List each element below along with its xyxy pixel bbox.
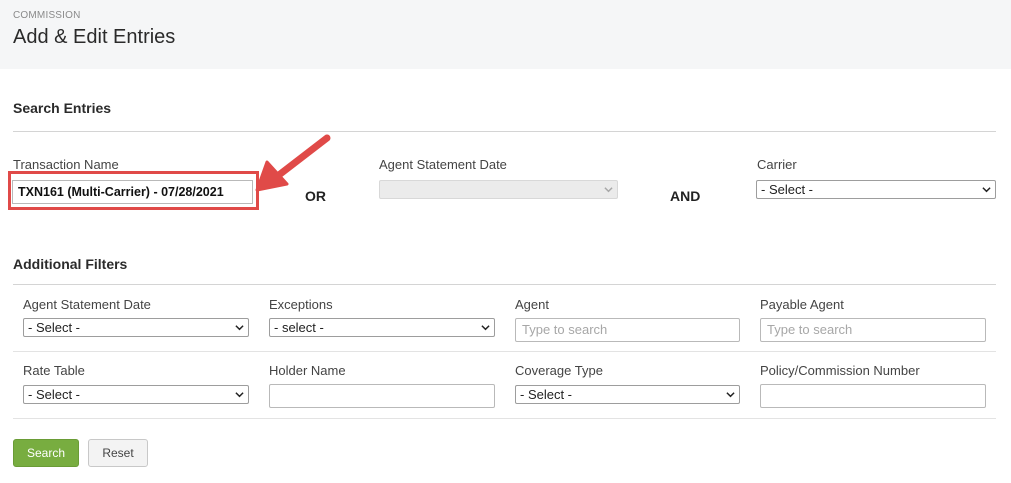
section-divider <box>13 284 996 285</box>
rate-table-label: Rate Table <box>23 363 85 378</box>
page-header: COMMISSION Add & Edit Entries <box>0 0 1011 69</box>
coverage-type-label: Coverage Type <box>515 363 603 378</box>
exceptions-select[interactable]: - select - <box>269 318 495 337</box>
chevron-down-icon <box>235 325 244 331</box>
exceptions-label: Exceptions <box>269 297 333 312</box>
filter-agent-statement-date-label: Agent Statement Date <box>23 297 151 312</box>
row-divider <box>13 418 996 419</box>
page-title: Add & Edit Entries <box>13 26 176 48</box>
transaction-name-label: Transaction Name <box>13 157 119 172</box>
section-divider <box>13 131 996 132</box>
payable-agent-label: Payable Agent <box>760 297 844 312</box>
additional-filters-title: Additional Filters <box>13 256 128 272</box>
policy-commission-number-input[interactable] <box>760 384 986 408</box>
chevron-down-icon <box>982 187 991 193</box>
carrier-value: - Select - <box>761 182 814 197</box>
filter-agent-statement-date-select[interactable]: - Select - <box>23 318 249 337</box>
rate-table-select[interactable]: - Select - <box>23 385 249 404</box>
agent-search-input[interactable]: Type to search <box>515 318 740 342</box>
carrier-label: Carrier <box>757 157 797 172</box>
filter-agent-statement-date-value: - Select - <box>28 320 81 335</box>
transaction-name-input[interactable]: TXN161 (Multi-Carrier) - 07/28/2021 <box>12 180 253 204</box>
reset-button[interactable]: Reset <box>88 439 148 467</box>
agent-statement-date-label: Agent Statement Date <box>379 157 507 172</box>
holder-name-input[interactable] <box>269 384 495 408</box>
chevron-down-icon <box>604 187 613 193</box>
coverage-type-select[interactable]: - Select - <box>515 385 740 404</box>
exceptions-value: - select - <box>274 320 324 335</box>
payable-agent-search-placeholder: Type to search <box>767 322 853 337</box>
row-divider <box>13 351 996 352</box>
agent-label: Agent <box>515 297 549 312</box>
carrier-select[interactable]: - Select - <box>756 180 996 199</box>
policy-commission-number-label: Policy/Commission Number <box>760 363 920 378</box>
and-label: AND <box>670 188 701 204</box>
coverage-type-value: - Select - <box>520 387 573 402</box>
chevron-down-icon <box>726 392 735 398</box>
search-entries-title: Search Entries <box>13 100 112 116</box>
search-button[interactable]: Search <box>13 439 79 467</box>
payable-agent-search-input[interactable]: Type to search <box>760 318 986 342</box>
holder-name-label: Holder Name <box>269 363 346 378</box>
or-label: OR <box>305 188 326 204</box>
rate-table-value: - Select - <box>28 387 81 402</box>
agent-statement-date-select[interactable] <box>379 180 618 199</box>
chevron-down-icon <box>235 392 244 398</box>
chevron-down-icon <box>481 325 490 331</box>
breadcrumb[interactable]: COMMISSION <box>13 10 81 21</box>
agent-search-placeholder: Type to search <box>522 322 608 337</box>
